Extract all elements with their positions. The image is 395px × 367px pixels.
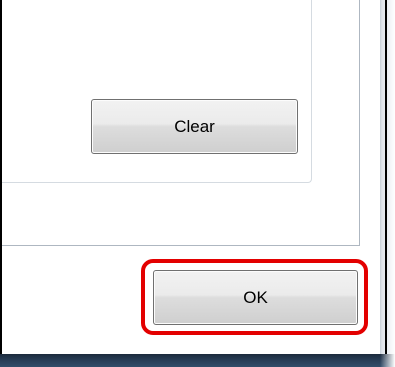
taskbar-fade (380, 354, 395, 367)
ok-button[interactable]: OK (153, 270, 358, 325)
dialog-right-border (385, 0, 387, 354)
group-box (2, 0, 312, 183)
clear-button[interactable]: Clear (91, 99, 298, 154)
dialog-window: Clear OK (0, 0, 395, 367)
taskbar (0, 354, 395, 367)
dialog-right-shadow (380, 0, 395, 367)
